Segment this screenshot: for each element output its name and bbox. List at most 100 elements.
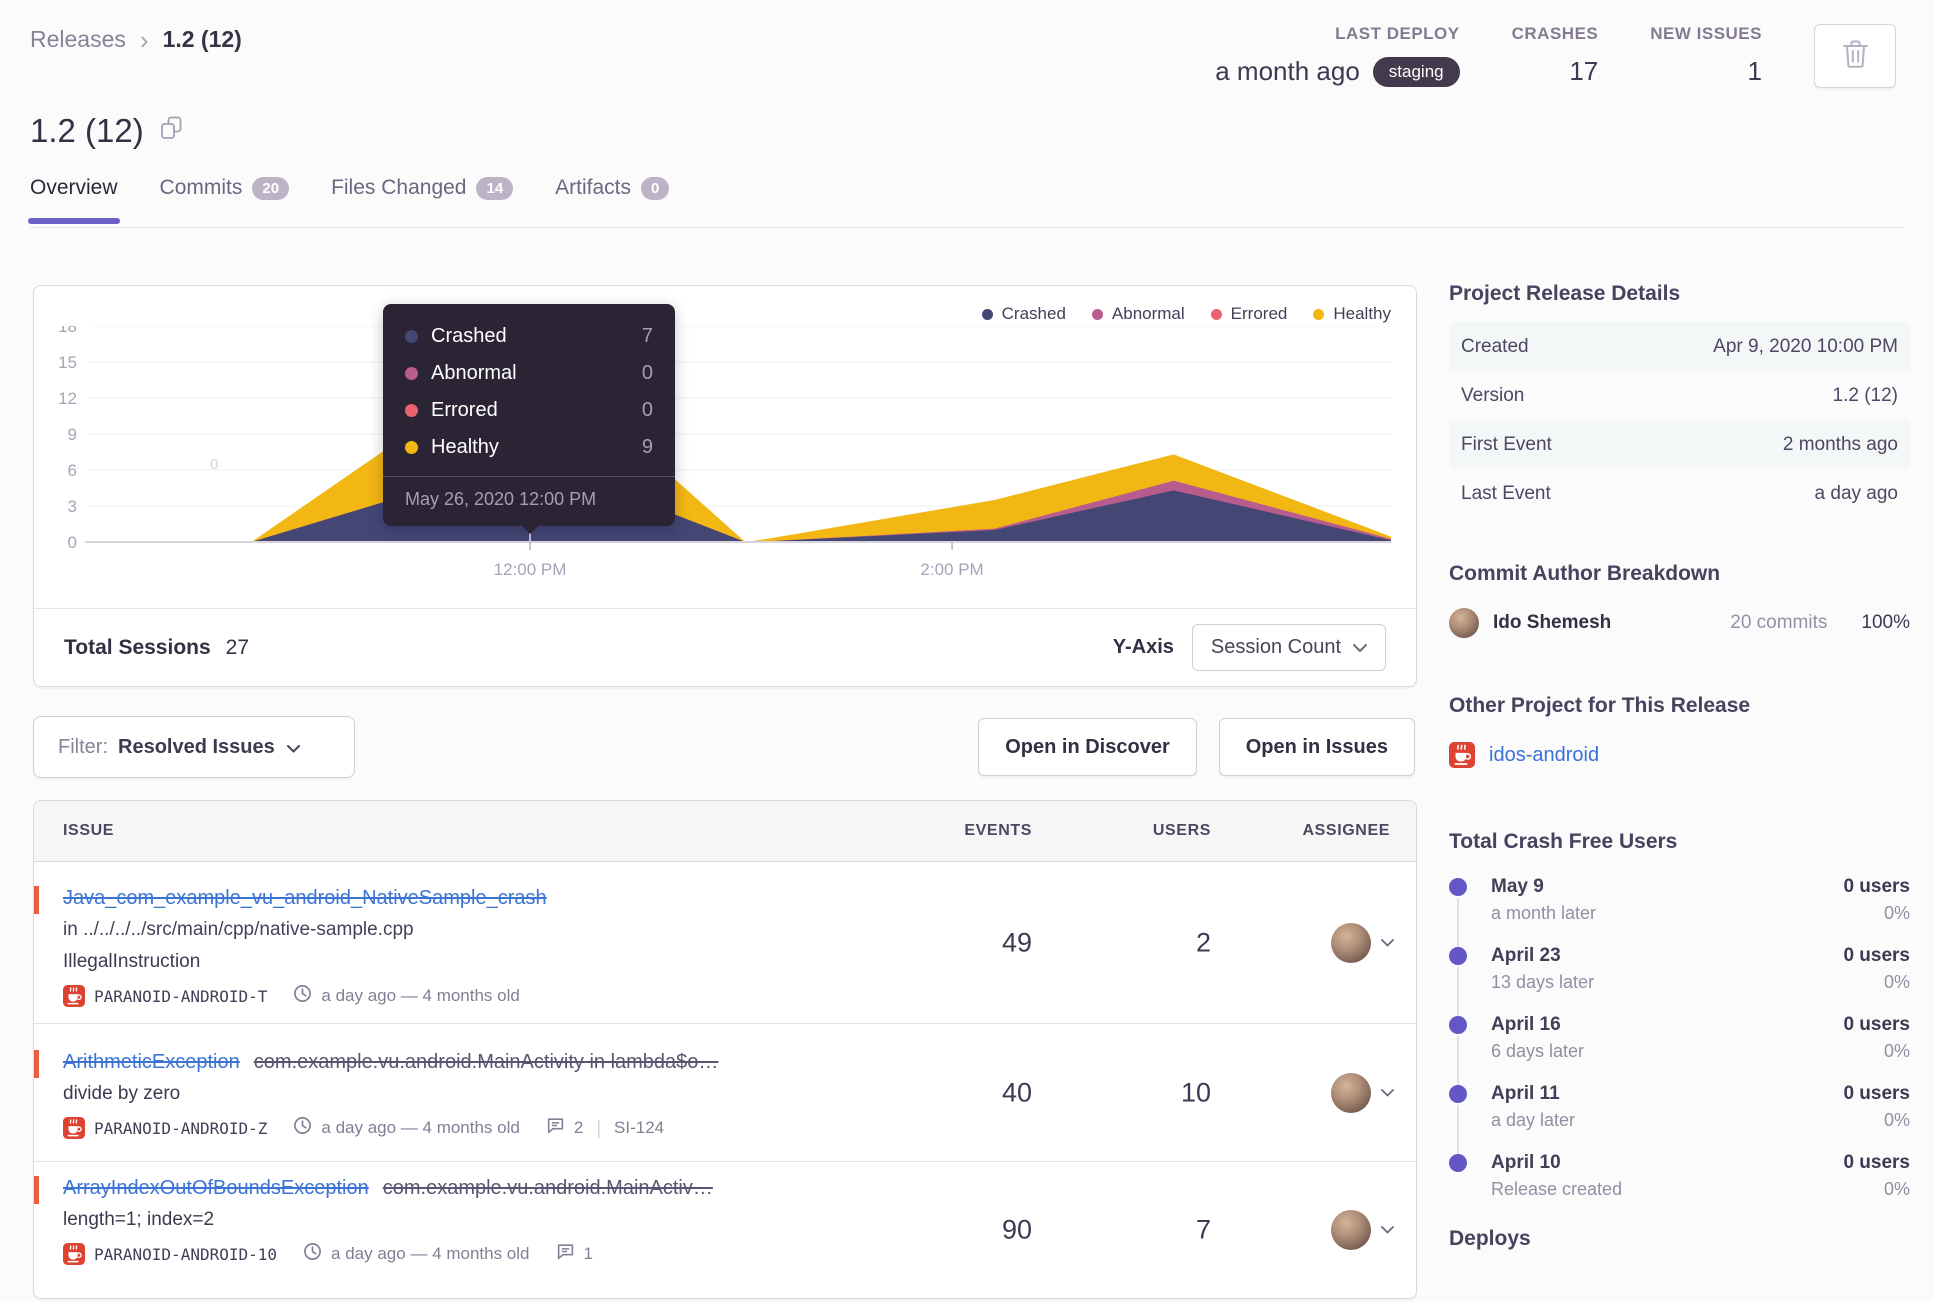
y-axis-label: Y-Axis bbox=[1112, 636, 1174, 658]
deploys-heading: Deploys bbox=[1449, 1227, 1531, 1250]
created-value: Apr 9, 2020 10:00 PM bbox=[1713, 335, 1898, 357]
assignee-avatar bbox=[1331, 922, 1371, 963]
timeline-connector bbox=[1457, 1036, 1459, 1087]
legend-item-healthy[interactable]: Healthy bbox=[1313, 304, 1391, 324]
tabs-divider bbox=[30, 227, 1904, 228]
list-item: April 11 a day later 0 users 0% bbox=[1449, 1083, 1910, 1156]
list-item: April 23 13 days later 0 users 0% bbox=[1449, 945, 1910, 1018]
column-users: USERS bbox=[1152, 822, 1211, 839]
timeline-percent: 0% bbox=[1883, 1179, 1910, 1199]
issue-culprit-inline: com.example.vu.android.MainActiv… bbox=[382, 1177, 713, 1199]
legend-crashed-label: Crashed bbox=[1001, 304, 1066, 323]
tab-files-changed[interactable]: Files Changed 14 bbox=[331, 176, 514, 222]
healthy-dot-icon bbox=[1313, 308, 1325, 320]
svg-text:12: 12 bbox=[58, 389, 77, 408]
breadcrumb-chevron-icon: › bbox=[139, 24, 149, 55]
legend-item-crashed[interactable]: Crashed bbox=[981, 304, 1066, 324]
breadcrumb: Releases › 1.2 (12) bbox=[30, 26, 242, 53]
project-slug[interactable]: PARANOID-ANDROID-Z bbox=[94, 1119, 267, 1138]
other-project-row: idos-android bbox=[1449, 742, 1910, 768]
timeline-connector bbox=[1457, 898, 1459, 949]
legend-item-errored[interactable]: Errored bbox=[1210, 304, 1287, 324]
author-name: Ido Shemesh bbox=[1493, 612, 1612, 633]
clock-icon bbox=[303, 1242, 322, 1266]
y-axis-selected-value: Session Count bbox=[1210, 636, 1341, 658]
issues-filter-select[interactable]: Filter: Resolved Issues bbox=[33, 716, 355, 778]
stat-crashes: CRASHES 17 bbox=[1512, 24, 1599, 87]
sessions-area-chart: 0 3 6 9 12 15 18 12:00 PM 2:00 PM bbox=[58, 326, 1391, 578]
events-count: 90 bbox=[1001, 1214, 1032, 1245]
svg-text:18: 18 bbox=[58, 326, 77, 336]
legend-healthy-label: Healthy bbox=[1333, 304, 1391, 323]
timeline-percent: 0% bbox=[1883, 972, 1910, 992]
users-count: 10 bbox=[1180, 1077, 1211, 1107]
issue-title-link[interactable]: ArithmeticException bbox=[63, 1051, 240, 1073]
tab-commits-badge: 20 bbox=[252, 176, 290, 200]
filter-selected-value: Resolved Issues bbox=[118, 735, 275, 758]
issue-title-link[interactable]: Java_com_example_vu_android_NativeSample… bbox=[63, 887, 547, 909]
faint-zero-label: 0 bbox=[210, 456, 219, 473]
chevron-down-icon bbox=[1381, 934, 1394, 952]
list-item: April 10 Release created 0 users 0% bbox=[1449, 1152, 1910, 1200]
total-sessions-label: Total Sessions bbox=[64, 635, 211, 659]
new-issues-label: NEW ISSUES bbox=[1650, 24, 1762, 43]
open-in-discover-button[interactable]: Open in Discover bbox=[978, 718, 1197, 776]
release-sidebar: Project Release Details Created Apr 9, 2… bbox=[1449, 282, 1910, 1251]
open-in-issues-button[interactable]: Open in Issues bbox=[1218, 718, 1415, 776]
timeline-users: 0 users bbox=[1843, 945, 1910, 966]
y-axis-select[interactable]: Session Count bbox=[1191, 624, 1386, 671]
list-item: May 9 a month later 0 users 0% bbox=[1449, 876, 1910, 949]
assignee-selector[interactable] bbox=[1331, 1210, 1394, 1250]
author-avatar bbox=[1449, 608, 1479, 638]
tab-overview[interactable]: Overview bbox=[28, 176, 120, 224]
list-item: April 16 6 days later 0 users 0% bbox=[1449, 1014, 1910, 1087]
last-event-label: Last Event bbox=[1461, 482, 1551, 504]
chevron-down-icon bbox=[1353, 636, 1367, 659]
timeline-users: 0 users bbox=[1843, 1152, 1910, 1173]
first-event-value: 2 months ago bbox=[1782, 433, 1898, 455]
issue-message: divide by zero bbox=[63, 1083, 181, 1104]
copy-icon[interactable] bbox=[160, 116, 183, 146]
other-project-link[interactable]: idos-android bbox=[1489, 744, 1599, 767]
page-title-block: 1.2 (12) bbox=[30, 112, 183, 150]
crash-free-timeline: May 9 a month later 0 users 0% April 23 … bbox=[1449, 876, 1910, 1200]
detail-row-first-event: First Event 2 months ago bbox=[1449, 420, 1910, 469]
release-details-heading: Project Release Details bbox=[1449, 282, 1681, 305]
resolved-issues-table: ISSUE EVENTS USERS ASSIGNEE Java_com_exa… bbox=[33, 800, 1417, 1299]
svg-text:3: 3 bbox=[68, 497, 77, 516]
column-assignee: ASSIGNEE bbox=[1302, 822, 1390, 839]
tooltip-abnormal-label: Abnormal bbox=[431, 362, 517, 384]
delete-release-button[interactable] bbox=[1814, 24, 1896, 88]
issue-title-link[interactable]: ArrayIndexOutOfBoundsException bbox=[63, 1177, 369, 1199]
resolved-strip bbox=[34, 886, 39, 914]
breadcrumb-releases-link[interactable]: Releases bbox=[30, 26, 126, 53]
svg-text:2:00 PM: 2:00 PM bbox=[920, 560, 983, 578]
timeline-users: 0 users bbox=[1843, 876, 1910, 897]
crashes-label: CRASHES bbox=[1511, 24, 1599, 43]
assignee-selector[interactable] bbox=[1331, 922, 1394, 963]
tooltip-arrow bbox=[520, 524, 540, 544]
clock-icon bbox=[293, 984, 312, 1008]
table-row: Java_com_example_vu_android_NativeSample… bbox=[34, 862, 1416, 1024]
assignee-selector[interactable] bbox=[1331, 1072, 1394, 1113]
crash-free-heading: Total Crash Free Users bbox=[1449, 830, 1678, 853]
timeline-dot-icon bbox=[1449, 1016, 1467, 1034]
tab-commits[interactable]: Commits 20 bbox=[160, 176, 290, 222]
legend-item-abnormal[interactable]: Abnormal bbox=[1091, 304, 1185, 324]
detail-row-version: Version 1.2 (12) bbox=[1449, 371, 1910, 420]
tooltip-healthy-value: 9 bbox=[641, 436, 653, 458]
svg-text:15: 15 bbox=[58, 353, 77, 372]
breadcrumb-current: 1.2 (12) bbox=[162, 26, 242, 52]
crashes-value: 17 bbox=[1569, 56, 1599, 86]
last-deploy-label: LAST DEPLOY bbox=[1335, 24, 1460, 43]
java-project-icon bbox=[63, 1117, 85, 1139]
tab-artifacts[interactable]: Artifacts 0 bbox=[555, 176, 670, 222]
issue-short-id: SI-124 bbox=[614, 1118, 665, 1137]
chart-footer: Total Sessions 27 Y-Axis Session Count bbox=[34, 608, 1416, 686]
java-project-icon bbox=[63, 1243, 85, 1265]
tooltip-errored-dot-icon bbox=[405, 404, 418, 417]
first-event-label: First Event bbox=[1461, 433, 1552, 455]
project-slug[interactable]: PARANOID-ANDROID-10 bbox=[94, 1245, 277, 1264]
release-overview-page: Releases › 1.2 (12) LAST DEPLOY a month … bbox=[0, 0, 1934, 1302]
project-slug[interactable]: PARANOID-ANDROID-T bbox=[94, 987, 267, 1006]
